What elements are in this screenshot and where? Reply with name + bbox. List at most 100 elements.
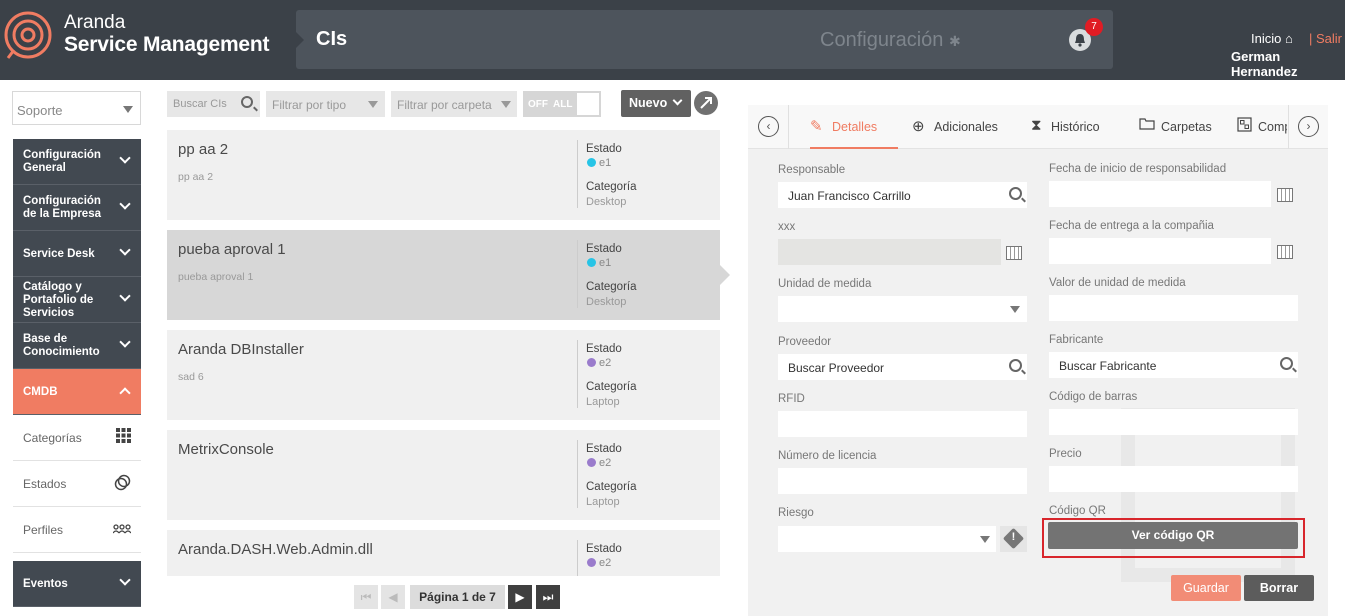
chevron-down-icon xyxy=(123,106,133,113)
fecha-entrega-input[interactable] xyxy=(1049,238,1271,264)
new-button[interactable]: Nuevo xyxy=(621,90,691,117)
logout-link[interactable]: | Salir xyxy=(1309,31,1342,46)
estado-label: Estado xyxy=(586,343,622,355)
licencia-input[interactable] xyxy=(778,468,1027,494)
prev-page-button[interactable]: ◀ xyxy=(381,585,405,609)
submenu-estados[interactable]: Estados xyxy=(13,461,141,507)
tab-carpetas[interactable]: Carpetas xyxy=(1139,105,1214,149)
submenu-perfiles[interactable]: Perfiles xyxy=(13,507,141,553)
link-icon[interactable] xyxy=(694,91,718,115)
responsable-value: Juan Francisco Carrillo xyxy=(788,189,911,203)
ci-name: Aranda DBInstaller xyxy=(178,341,304,358)
categoria-value: Laptop xyxy=(586,396,620,408)
codigo-barras-input[interactable] xyxy=(1049,409,1298,435)
submenu-categorias[interactable]: Categorías xyxy=(13,415,141,461)
search-placeholder: Buscar CIs xyxy=(173,98,227,110)
tab-adicionales[interactable]: ⊕ Adicionales xyxy=(912,105,1002,149)
save-button[interactable]: Guardar xyxy=(1171,575,1241,601)
ci-description: pp aa 2 xyxy=(178,171,214,183)
ci-description: sad 6 xyxy=(178,371,204,383)
fecha-inicio-input[interactable] xyxy=(1049,181,1271,207)
user-name: German Hernandez xyxy=(1231,49,1298,79)
topbar-arrow xyxy=(296,32,304,48)
ci-list-item[interactable]: MetrixConsole Estado e2 Categoría Laptop xyxy=(167,430,720,520)
ci-list-item[interactable]: Aranda.DASH.Web.Admin.dll Estado e2 xyxy=(167,530,720,576)
unidad-select[interactable] xyxy=(778,296,1027,322)
riesgo-select[interactable] xyxy=(778,526,996,552)
ci-list-item[interactable]: Aranda DBInstaller sad 6 Estado e2 Categ… xyxy=(167,330,720,420)
tab-prev-icon[interactable]: ‹ xyxy=(758,116,779,137)
responsable-input[interactable]: Juan Francisco Carrillo xyxy=(778,182,1027,208)
filter-folder-select[interactable]: Filtrar por carpeta xyxy=(391,91,517,117)
tab-comp[interactable]: Comp xyxy=(1237,105,1287,149)
menu-configuracion-empresa[interactable]: Configuración de la Empresa xyxy=(13,185,141,231)
precio-input[interactable] xyxy=(1049,466,1298,492)
home-label: Inicio xyxy=(1251,31,1282,46)
menu-service-desk[interactable]: Service Desk xyxy=(13,231,141,277)
notification-badge: 7 xyxy=(1085,18,1103,36)
chevron-down-icon xyxy=(501,101,511,108)
ci-description: pueba aproval 1 xyxy=(178,271,254,283)
selection-arrow xyxy=(720,265,730,285)
search-icon[interactable] xyxy=(1009,187,1022,200)
menu-configuracion-general[interactable]: Configuración General xyxy=(13,139,141,185)
delete-button[interactable]: Borrar xyxy=(1244,575,1314,601)
menu-cmdb[interactable]: CMDB xyxy=(13,369,141,415)
xxx-date-input xyxy=(778,239,1001,265)
first-page-button[interactable]: ⏮ xyxy=(354,585,378,609)
chevron-down-icon xyxy=(980,536,990,543)
calendar-icon[interactable] xyxy=(1277,245,1293,259)
fabricante-placeholder: Buscar Fabricante xyxy=(1059,359,1157,373)
search-cis-input[interactable]: Buscar CIs xyxy=(167,91,260,117)
submenu-label: Estados xyxy=(23,477,67,491)
ci-list-item[interactable]: pp aa 2 pp aa 2 Estado e1 Categoría Desk… xyxy=(167,130,720,220)
valor-unidad-input[interactable] xyxy=(1049,295,1298,321)
menu-label: Base de Conocimiento xyxy=(23,333,100,358)
view-qr-button[interactable]: Ver código QR xyxy=(1048,522,1298,549)
chevron-down-icon xyxy=(1010,306,1020,313)
status-dot xyxy=(587,158,596,167)
folder-icon xyxy=(1139,117,1155,134)
search-icon[interactable] xyxy=(1280,357,1293,370)
filter-type-select[interactable]: Filtrar por tipo xyxy=(266,91,385,117)
proveedor-input[interactable]: Buscar Proveedor xyxy=(778,354,1027,380)
categoria-label: Categoría xyxy=(586,281,637,293)
fabricante-input[interactable]: Buscar Fabricante xyxy=(1049,352,1298,378)
project-select[interactable]: Soporte xyxy=(12,91,141,125)
fecha-inicio-label: Fecha de inicio de responsabilidad xyxy=(1049,163,1227,175)
last-page-button[interactable]: ⏭ xyxy=(536,585,560,609)
divider xyxy=(577,540,578,576)
calendar-icon[interactable] xyxy=(1277,188,1293,202)
next-page-button[interactable]: ▶ xyxy=(508,585,532,609)
responsable-label: Responsable xyxy=(778,164,846,176)
menu-label: Configuración General xyxy=(23,149,101,174)
off-all-toggle[interactable]: OFF ALL xyxy=(523,91,601,117)
tab-next-icon[interactable]: › xyxy=(1298,116,1319,137)
search-icon[interactable] xyxy=(1009,359,1022,372)
menu-catalogo[interactable]: Catálogo y Portafolio de Servicios xyxy=(13,277,141,323)
divider xyxy=(577,140,578,208)
ci-name: Aranda.DASH.Web.Admin.dll xyxy=(178,541,373,558)
menu-label: Catálogo y Portafolio de Servicios xyxy=(23,281,94,319)
xxx-label: xxx xyxy=(778,221,796,233)
estado-label: Estado xyxy=(586,143,622,155)
menu-eventos[interactable]: Eventos xyxy=(13,561,141,607)
tab-historico[interactable]: ⧗ Histórico xyxy=(1031,105,1111,149)
menu-base-conocimiento[interactable]: Base de Conocimiento xyxy=(13,323,141,369)
unidad-label: Unidad de medida xyxy=(778,278,872,290)
aranda-logo-icon xyxy=(4,11,52,59)
home-link[interactable]: Inicio ⌂ xyxy=(1251,31,1293,46)
calendar-icon[interactable] xyxy=(1006,246,1022,260)
config-link[interactable]: Configuración ✱ xyxy=(820,29,961,52)
toggle-all-label: ALL xyxy=(553,99,573,110)
brand-name: Aranda xyxy=(64,12,126,33)
chevron-down-icon xyxy=(119,198,131,210)
tab-detalles[interactable]: ✎ Detalles xyxy=(810,105,898,149)
toggle-knob xyxy=(577,93,599,115)
config-label: Configuración xyxy=(820,29,944,51)
chevron-up-icon xyxy=(119,387,131,399)
rfid-input[interactable] xyxy=(778,411,1027,437)
project-select-value: Soporte xyxy=(17,103,63,118)
estado-value: e1 xyxy=(599,157,612,169)
ci-list-item-selected[interactable]: pueba aproval 1 pueba aproval 1 Estado e… xyxy=(167,230,720,320)
